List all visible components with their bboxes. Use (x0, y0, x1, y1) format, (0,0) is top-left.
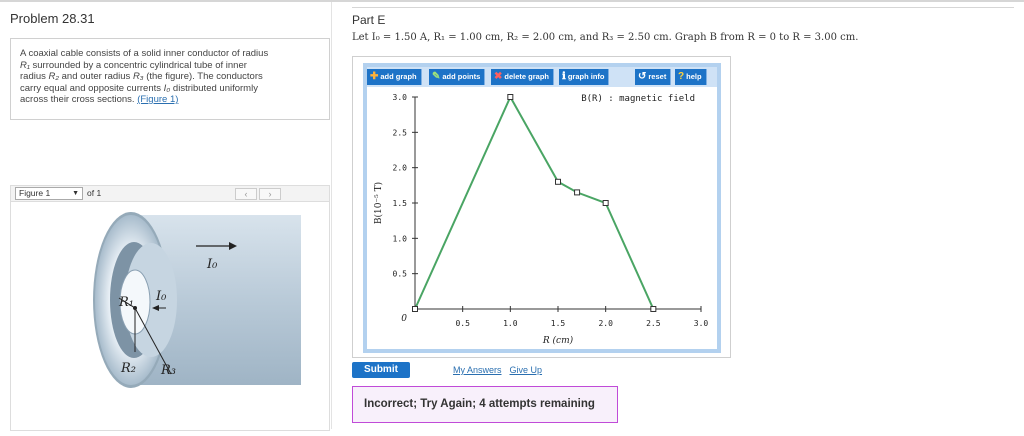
reset-icon: ↺ (638, 71, 647, 82)
y-tick-label: 2.0 (393, 164, 408, 173)
y-axis-label: B(10⁻⁵ T) (373, 182, 384, 224)
data-point (412, 306, 418, 312)
data-point (555, 178, 561, 185)
statement-text: radius (20, 71, 49, 82)
feedback-message: Incorrect; Try Again; 4 attempts remaini… (352, 386, 618, 423)
help-button[interactable]: ? help (675, 69, 707, 85)
statement-text: A coaxial cable consists of a solid inne… (20, 48, 269, 59)
x-tick-label: 1.5 (551, 319, 566, 328)
figure-select[interactable]: Figure 1 ▼ (15, 187, 83, 200)
x-tick-label: 1.0 (503, 319, 518, 328)
give-up-link[interactable]: Give Up (510, 365, 543, 375)
submit-button[interactable]: Submit (352, 362, 410, 378)
origin-label: 0 (401, 314, 407, 324)
statement-text: carry equal and opposite currents (20, 82, 164, 94)
figure-count: of 1 (87, 188, 102, 198)
chart-title: B(R) : magnetic field (581, 94, 695, 104)
symbol-r3: R₃ (132, 71, 144, 82)
statement-text: distributed uniformly (170, 82, 258, 94)
problem-statement: A coaxial cable consists of a solid inne… (10, 38, 330, 120)
data-point (650, 306, 657, 312)
statement-text: surrounded by a concentric cylindrical t… (29, 59, 247, 71)
y-tick-label: 1.5 (393, 199, 408, 208)
delete-graph-label: delete graph (504, 72, 549, 81)
y-tick-label: 2.5 (393, 128, 408, 137)
b-field-chart[interactable]: 0.5 1.0 1.5 2.0 2.5 3.0 0.5 1.0 1.5 2.0 2.5 3.0 0 B(R… (367, 87, 717, 349)
answer-links: My Answers Give Up (453, 365, 550, 375)
problem-panel: Problem 28.31 A coaxial cable consists o… (0, 2, 332, 431)
figure-panel: I₀ R₁ I₀ R₂ R₃ (10, 202, 330, 431)
reset-label: reset (648, 72, 667, 81)
label-i0-outer: I₀ (206, 257, 218, 272)
part-prompt: Let I₀ = 1.50 A, R₁ = 1.00 cm, R₂ = 2.00… (352, 32, 859, 43)
chevron-down-icon: ▼ (72, 190, 79, 197)
data-point (602, 200, 609, 206)
label-r3: R₃ (160, 363, 176, 378)
figure-navigation: Figure 1 ▼ of 1 ‹ › (10, 185, 330, 202)
help-icon: ? (678, 71, 685, 82)
statement-text: and outer radius (59, 71, 133, 82)
y-tick-label: 3.0 (393, 93, 408, 102)
add-graph-button[interactable]: ✚ add graph (367, 69, 422, 85)
add-points-label: add points (442, 72, 481, 81)
x-tick-label: 2.5 (646, 319, 661, 328)
y-tick-label: 1.0 (393, 234, 408, 243)
problem-title: Problem 28.31 (10, 11, 95, 26)
next-figure-button[interactable]: › (259, 188, 281, 200)
graph-tool: ✚ add graph ✎ add points ✖ delete graph ℹ gr… (352, 56, 731, 358)
info-icon: ℹ (562, 71, 566, 82)
symbol-r1: R₁ (20, 59, 30, 71)
add-points-button[interactable]: ✎ add points (429, 69, 486, 85)
my-answers-link[interactable]: My Answers (453, 365, 502, 375)
figure-link[interactable]: (Figure 1) (137, 94, 178, 105)
plus-icon: ✚ (370, 71, 379, 82)
statement-text: (the figure). The conductors (143, 71, 263, 82)
part-rule (352, 7, 1014, 8)
coaxial-cable-figure: I₀ R₁ I₀ R₂ R₃ (93, 212, 301, 388)
pencil-icon: ✎ (432, 71, 441, 82)
help-label: help (686, 72, 702, 81)
reset-button[interactable]: ↺ reset (635, 69, 672, 85)
data-point (574, 189, 581, 196)
x-axis-label: R (cm) (542, 335, 574, 346)
figure-select-value: Figure 1 (19, 188, 51, 198)
delete-icon: ✖ (494, 71, 503, 82)
label-r2: R₂ (120, 361, 136, 376)
statement-text: across their cross sections. (20, 94, 138, 105)
label-r1: R₁ (118, 295, 134, 310)
add-graph-label: add graph (380, 72, 417, 81)
prev-figure-button[interactable]: ‹ (235, 188, 257, 200)
y-tick-label: 0.5 (393, 270, 408, 279)
part-title: Part E (352, 13, 386, 27)
symbol-r2: R₂ (48, 71, 59, 82)
data-point (507, 94, 514, 100)
label-i0-inner: I₀ (155, 289, 167, 304)
x-tick-label: 3.0 (694, 319, 709, 328)
x-tick-label: 0.5 (455, 319, 470, 328)
graph-frame: ✚ add graph ✎ add points ✖ delete graph ℹ gr… (363, 63, 721, 353)
graph-info-button[interactable]: ℹ graph info (559, 69, 610, 85)
b-field-line (414, 94, 655, 310)
delete-graph-button[interactable]: ✖ delete graph (491, 69, 554, 85)
graph-info-label: graph info (567, 72, 605, 81)
x-tick-label: 2.0 (598, 319, 613, 328)
